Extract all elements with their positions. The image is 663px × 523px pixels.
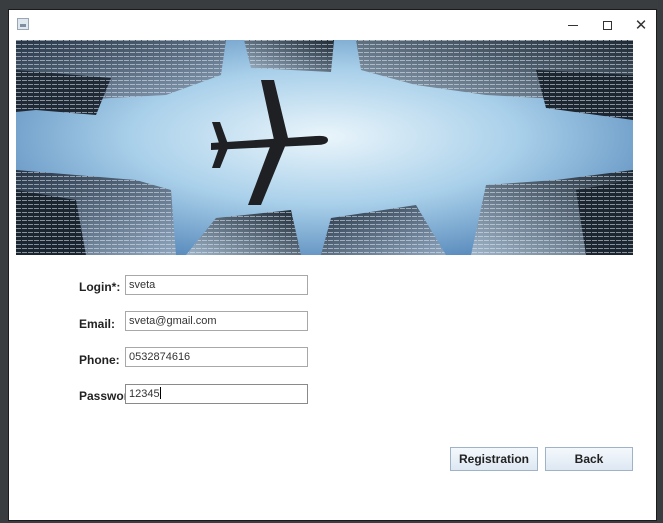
header-banner-image: [16, 40, 633, 255]
minimize-icon: [568, 24, 578, 26]
title-bar: ✕: [9, 10, 656, 40]
back-button[interactable]: Back: [545, 447, 633, 471]
phone-field[interactable]: 0532874616: [125, 347, 308, 367]
registration-button[interactable]: Registration: [450, 447, 538, 471]
login-field[interactable]: sveta: [125, 275, 308, 295]
email-label: Email:: [79, 317, 116, 331]
minimize-button[interactable]: [556, 10, 590, 40]
registration-window: ✕ Login*: sveta Email: sveta@gmail.com P…: [9, 10, 656, 520]
phone-label: Phone:: [79, 353, 120, 367]
password-value: 12345: [129, 388, 160, 400]
password-field[interactable]: 12345: [125, 384, 308, 404]
close-icon: ✕: [634, 15, 648, 34]
java-app-icon: [17, 18, 29, 30]
maximize-icon: [602, 20, 612, 30]
email-value: sveta@gmail.com: [129, 315, 217, 327]
login-value: sveta: [129, 279, 156, 291]
text-caret: [159, 387, 161, 399]
phone-value: 0532874616: [129, 351, 191, 363]
close-button[interactable]: ✕: [624, 10, 658, 40]
login-label: Login*:: [79, 280, 121, 294]
maximize-button[interactable]: [590, 10, 624, 40]
email-field[interactable]: sveta@gmail.com: [125, 311, 308, 331]
